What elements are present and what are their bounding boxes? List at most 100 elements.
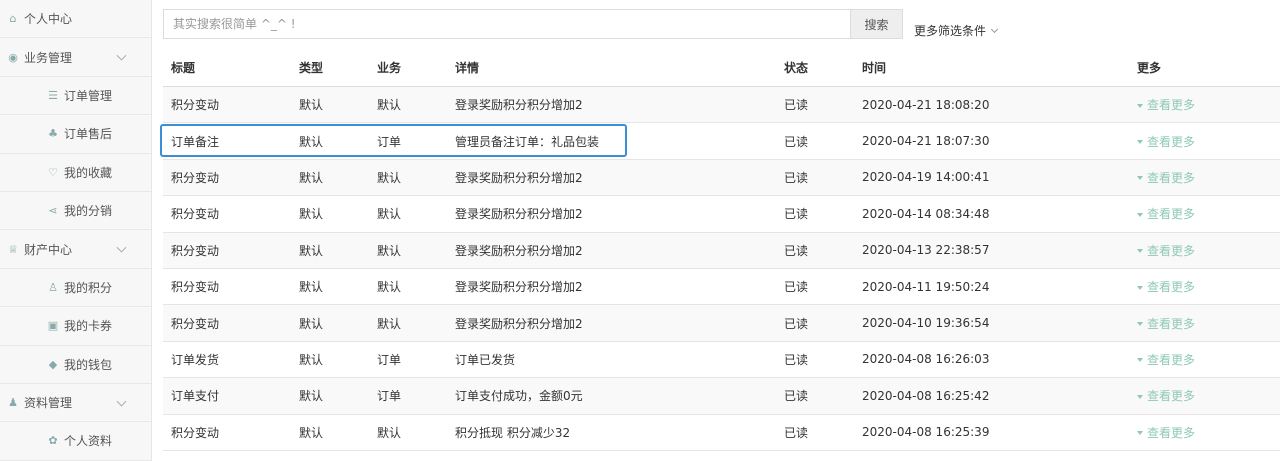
cell-status: 已读 — [784, 207, 809, 222]
table-row: 积分变动 默认 默认 登录奖励积分积分增加2 已读 2020-04-13 22:38:57… — [163, 232, 1280, 269]
search-input[interactable] — [163, 9, 851, 39]
header-more: 更多 — [1137, 61, 1162, 75]
cell-time: 2020-04-08 16:25:42 — [862, 388, 990, 403]
table-row: 积分变动 默认 默认 登录奖励积分积分增加2 已读 2020-04-19 14:00:41… — [163, 159, 1280, 197]
sidebar-item-label: 我的卡券 — [64, 319, 113, 334]
cell-detail: 登录奖励积分积分增加2 — [455, 170, 583, 185]
sidebar: ⌂ 个人中心 ◉ 业务管理 ☰ 订单管理 ♣ 订单售后 ♡ 我的收藏 ⋖ 我的分销 ♕ 财产中心 ♙ 我的积分… — [0, 0, 152, 461]
caret-down-icon — [1137, 140, 1143, 145]
table-row: 积分变动 默认 默认 登录奖励积分积分增加2 已读 2020-04-21 18:08:20… — [163, 87, 1280, 124]
sidebar-item[interactable]: ✿ 个人资料 — [0, 422, 151, 461]
caret-down-icon — [1137, 212, 1143, 217]
cell-more: 查看更多 — [1137, 415, 1195, 450]
cell-time: 2020-04-11 19:50:24 — [862, 279, 990, 294]
cell-type: 默认 — [299, 170, 324, 185]
view-more-link[interactable]: 查看更多 — [1137, 315, 1195, 332]
view-more-label: 查看更多 — [1147, 280, 1196, 295]
view-more-link[interactable]: 查看更多 — [1137, 278, 1195, 295]
caret-down-icon — [1137, 176, 1143, 181]
view-more-label: 查看更多 — [1147, 389, 1196, 404]
caret-down-icon — [1137, 249, 1143, 254]
sidebar-item-label: 我的收藏 — [64, 165, 113, 180]
sidebar-item[interactable]: ⋖ 我的分销 — [0, 192, 151, 231]
cell-detail: 登录奖励积分积分增加2 — [455, 207, 583, 222]
cell-detail: 订单支付成功，金额0元 — [455, 389, 583, 404]
cell-more: 查看更多 — [1137, 269, 1195, 304]
cell-title: 积分变动 — [171, 207, 220, 222]
sidebar-item[interactable]: ▣ 我的卡券 — [0, 307, 151, 346]
sidebar-item-label: 我的钱包 — [64, 357, 113, 372]
caret-down-icon — [1137, 103, 1143, 108]
cell-time: 2020-04-13 22:38:57 — [862, 243, 990, 258]
sidebar-item-label: 个人资料 — [64, 434, 113, 449]
cell-time: 2020-04-21 18:07:30 — [862, 134, 990, 149]
cell-business: 默认 — [377, 316, 402, 331]
sidebar-item-label: 财产中心 — [24, 242, 73, 257]
cell-type: 默认 — [299, 207, 324, 222]
cell-title: 订单发货 — [171, 352, 220, 367]
cell-time: 2020-04-21 18:08:20 — [862, 97, 990, 112]
sidebar-item-label: 订单售后 — [64, 127, 113, 142]
search-button[interactable]: 搜索 — [851, 9, 903, 39]
cell-status: 已读 — [784, 280, 809, 295]
cell-title: 积分变动 — [171, 316, 220, 331]
view-more-link[interactable]: 查看更多 — [1137, 133, 1195, 150]
cell-status: 已读 — [784, 98, 809, 113]
gift-icon: ▣ — [47, 319, 59, 333]
cell-type: 默认 — [299, 389, 324, 404]
cell-title: 积分变动 — [171, 280, 220, 295]
view-more-label: 查看更多 — [1147, 243, 1196, 258]
table-row: 积分变动 默认 默认 登录奖励积分积分增加2 已读 2020-04-11 19:50:24… — [163, 269, 1280, 306]
view-more-link[interactable]: 查看更多 — [1137, 96, 1195, 113]
table-header-row: 标题 类型 业务 详情 状态 时间 更多 — [163, 49, 1280, 87]
view-more-link[interactable]: 查看更多 — [1137, 205, 1195, 222]
sidebar-item-label: 我的分销 — [64, 204, 113, 219]
sidebar-item[interactable]: ♕ 财产中心 — [0, 230, 151, 269]
more-filters-toggle[interactable]: 更多筛选条件 — [914, 22, 999, 39]
view-more-link[interactable]: 查看更多 — [1137, 351, 1195, 368]
chevron-down-icon[interactable] — [116, 242, 127, 253]
view-more-label: 查看更多 — [1147, 207, 1196, 222]
sidebar-item[interactable]: ♙ 我的积分 — [0, 269, 151, 308]
points-icon: ♙ — [48, 280, 58, 294]
cell-title: 积分变动 — [171, 243, 220, 258]
sidebar-item[interactable]: ☰ 订单管理 — [0, 77, 151, 116]
sidebar-item[interactable]: ◉ 业务管理 — [0, 38, 151, 77]
view-more-label: 查看更多 — [1147, 98, 1196, 113]
sidebar-item[interactable]: ♣ 订单售后 — [0, 115, 151, 154]
caret-down-icon — [1137, 322, 1143, 327]
cell-type: 默认 — [299, 280, 324, 295]
sidebar-item[interactable]: ♡ 我的收藏 — [0, 154, 151, 192]
sidebar-item-label: 我的积分 — [64, 280, 113, 295]
cell-title: 订单支付 — [171, 389, 220, 404]
table-row: 积分变动 默认 默认 登录奖励积分积分增加2 已读 2020-04-10 19:36:54… — [163, 305, 1280, 342]
view-more-link[interactable]: 查看更多 — [1137, 169, 1195, 186]
cell-status: 已读 — [784, 352, 809, 367]
chevron-down-icon[interactable] — [116, 396, 127, 407]
cell-title: 订单备注 — [171, 134, 220, 149]
view-more-label: 查看更多 — [1147, 425, 1196, 440]
cell-type: 默认 — [299, 316, 324, 331]
cell-status: 已读 — [784, 243, 809, 258]
cell-business: 订单 — [377, 352, 402, 367]
cell-type: 默认 — [299, 352, 324, 367]
more-filters-label: 更多筛选条件 — [914, 24, 987, 38]
sidebar-item[interactable]: ◆ 我的钱包 — [0, 346, 151, 384]
view-more-link[interactable]: 查看更多 — [1137, 424, 1195, 441]
cell-more: 查看更多 — [1137, 342, 1195, 377]
cell-time: 2020-04-19 14:00:41 — [862, 170, 990, 185]
chevron-down-icon — [990, 25, 999, 33]
heart-icon: ♡ — [48, 165, 58, 179]
caret-down-icon — [1137, 431, 1143, 436]
cell-detail: 登录奖励积分积分增加2 — [455, 243, 583, 258]
view-more-link[interactable]: 查看更多 — [1137, 387, 1195, 404]
wallet-icon: ◆ — [48, 357, 58, 371]
chevron-down-icon[interactable] — [116, 50, 127, 61]
sidebar-item[interactable]: ⌂ 个人中心 — [0, 0, 151, 39]
cell-detail: 登录奖励积分积分增加2 — [455, 280, 583, 295]
cell-detail: 订单已发货 — [455, 352, 516, 367]
view-more-link[interactable]: 查看更多 — [1137, 242, 1195, 259]
sidebar-item[interactable]: ♟ 资料管理 — [0, 384, 151, 423]
header-title: 标题 — [171, 61, 196, 75]
cell-more: 查看更多 — [1137, 123, 1195, 158]
